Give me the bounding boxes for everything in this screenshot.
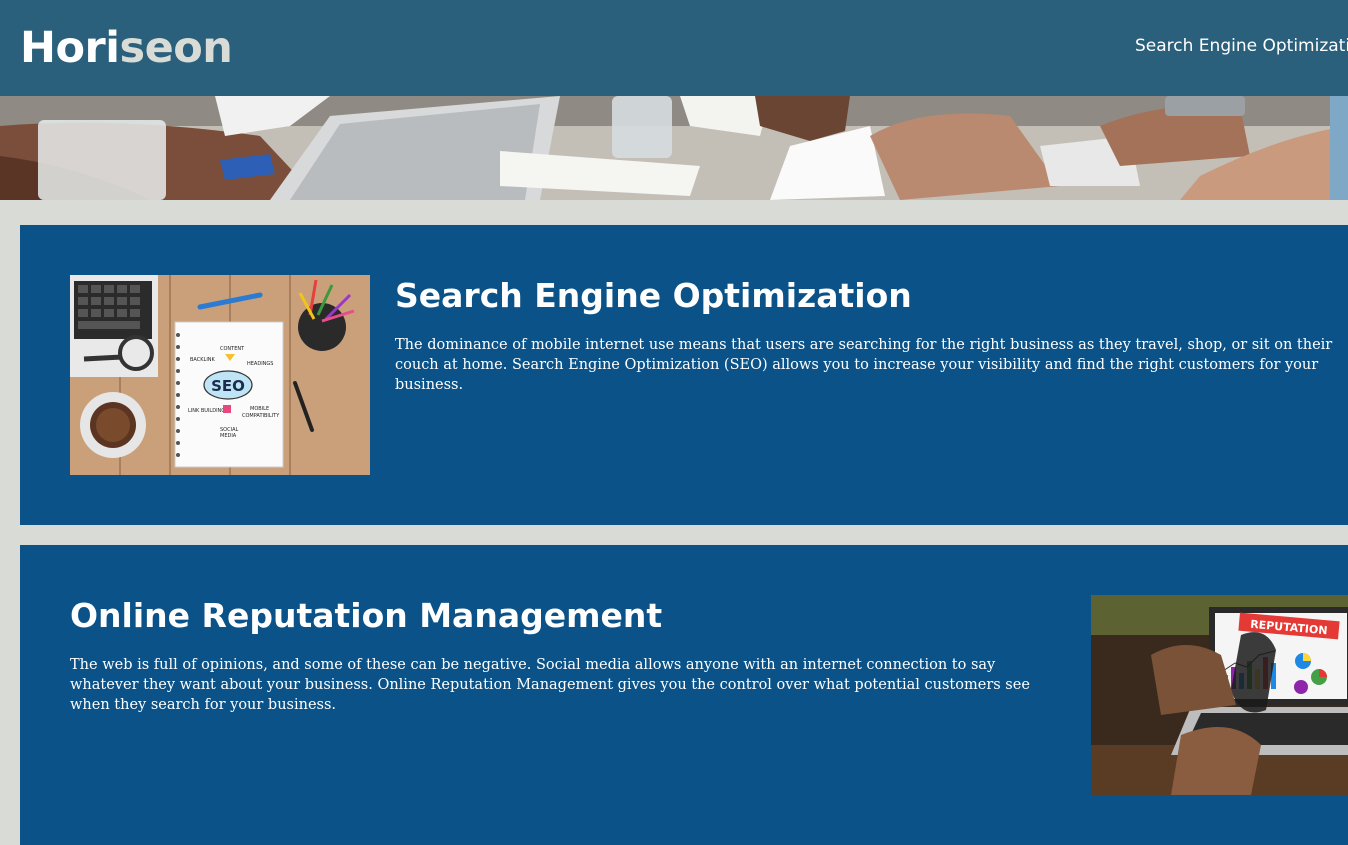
nav-link-seo[interactable]: Search Engine Optimization — [1135, 36, 1348, 56]
seo-label-mobile: MOBILE — [250, 406, 269, 412]
reputation-heading: Online Reputation Management — [70, 596, 663, 635]
site-logo[interactable]: Horiseon — [20, 20, 233, 76]
seo-section: SEO CONTENT BACKLINK HEADINGS LINK BUILD… — [20, 225, 1348, 525]
reputation-section: Online Reputation Management The web is … — [20, 545, 1348, 845]
site-header: Horiseon Search Engine Optimization — [0, 0, 1348, 96]
seo-description: The dominance of mobile internet use mea… — [395, 337, 1333, 393]
logo-text-primary: Hori — [20, 23, 120, 73]
seo-label-compatibility: COMPATIBILITY — [242, 413, 280, 419]
reputation-description: The web is full of opinions, and some of… — [70, 657, 1030, 713]
reputation-laptop-illustration: REPUTATION — [1091, 595, 1348, 795]
hero-meeting-photo — [0, 96, 1348, 200]
reputation-image: REPUTATION — [1091, 595, 1348, 795]
seo-notebook-illustration: SEO CONTENT BACKLINK HEADINGS LINK BUILD… — [70, 275, 370, 475]
seo-label-content: CONTENT — [220, 346, 245, 352]
seo-label-headings: HEADINGS — [247, 361, 273, 367]
seo-image: SEO CONTENT BACKLINK HEADINGS LINK BUILD… — [70, 275, 370, 475]
hero-image — [0, 96, 1348, 200]
seo-heading: Search Engine Optimization — [395, 276, 912, 315]
seo-label-link-building: LINK BUILDING — [188, 408, 225, 414]
seo-label-backlink: BACKLINK — [190, 357, 216, 363]
seo-cloud-label: SEO — [211, 377, 245, 395]
logo-text-accent: seon — [119, 23, 233, 73]
seo-label-media: MEDIA — [220, 433, 237, 439]
